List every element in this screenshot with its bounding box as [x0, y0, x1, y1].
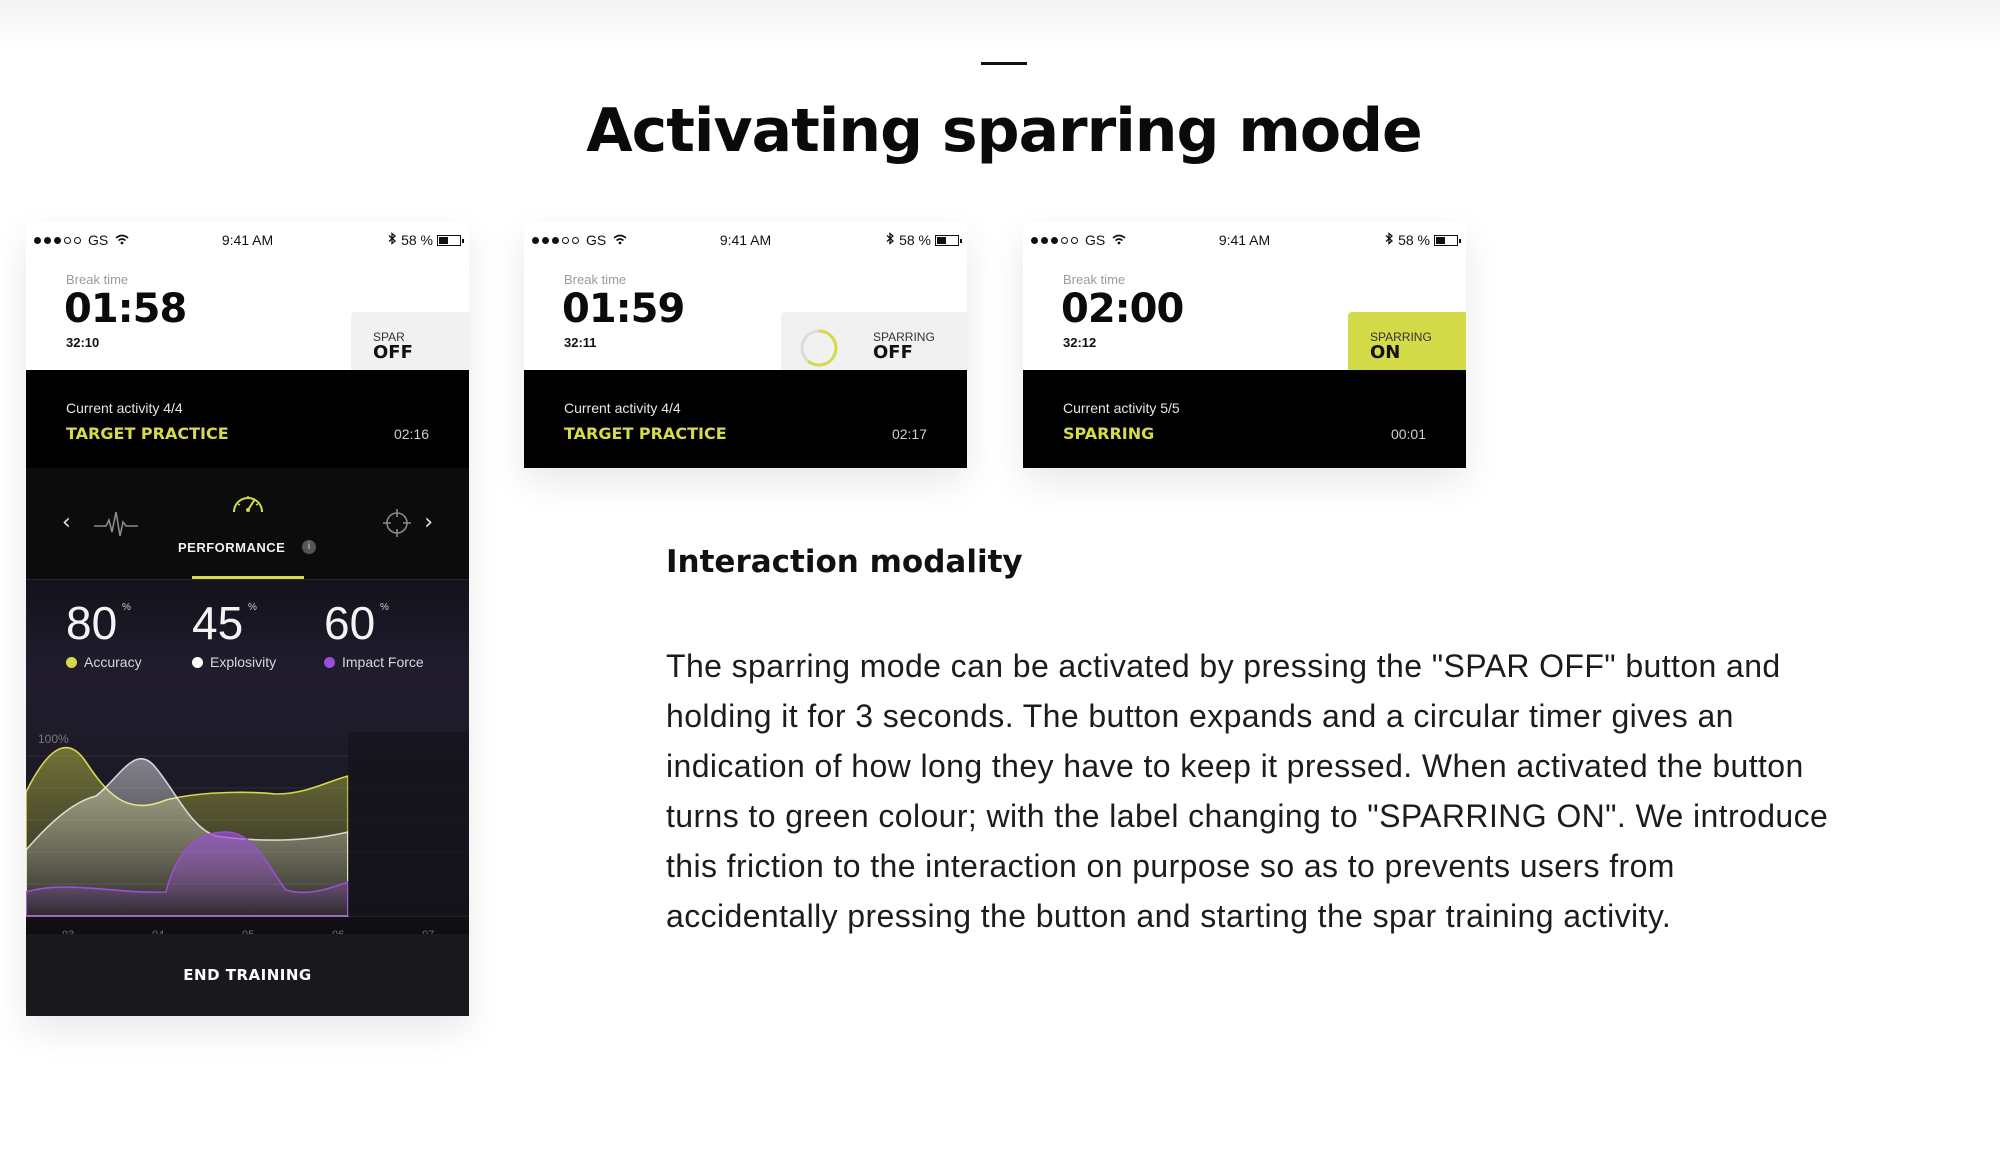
spar-button-state: ON	[1370, 342, 1401, 363]
bluetooth-icon	[388, 232, 397, 248]
page-title: Activating sparring mode	[586, 96, 1422, 166]
current-activity-bar: Current activity 4/4 TARGET PRACTICE 02:…	[524, 370, 967, 468]
stat-accuracy: 80 % Accuracy	[66, 596, 142, 670]
chart-svg: 03 04 05 06 07	[26, 732, 469, 941]
phone-screen-2: GS 9:41 AM 58 % Break time 01:59 32:11 S…	[524, 222, 967, 468]
total-time: 32:12	[1063, 335, 1097, 350]
section-subheading: Interaction modality	[666, 544, 1023, 580]
bluetooth-icon	[1385, 232, 1394, 248]
activity-counter: Current activity 4/4	[564, 400, 681, 416]
activity-time: 02:17	[891, 426, 927, 442]
battery-percent: 58 %	[899, 232, 931, 248]
activity-time: 02:16	[393, 426, 429, 442]
chart-max-label: 100%	[38, 732, 69, 746]
stat-unit: %	[380, 602, 389, 613]
active-tab-indicator	[192, 576, 304, 579]
activity-time: 00:01	[1390, 426, 1426, 442]
activity-counter: Current activity 4/4	[66, 400, 183, 416]
spar-button-state: OFF	[373, 342, 413, 363]
total-time: 32:10	[66, 335, 100, 350]
metric-carousel: ‹ › PERFORMANCE i	[26, 468, 469, 580]
activity-counter: Current activity 5/5	[1063, 400, 1180, 416]
crosshair-icon[interactable]	[382, 508, 412, 542]
battery-icon	[1434, 234, 1461, 246]
end-training-button[interactable]: END TRAINING	[26, 934, 469, 1016]
activity-name: TARGET PRACTICE	[564, 424, 727, 443]
battery-percent: 58 %	[1398, 232, 1430, 248]
tab-performance[interactable]: PERFORMANCE	[178, 540, 285, 555]
chevron-right-icon[interactable]: ›	[424, 510, 433, 535]
page: Activating sparring mode GS 9:41 AM 58 %…	[0, 0, 2000, 1176]
phone-screen-1: GS 9:41 AM 58 % Break time 01:58 32:10 S…	[26, 222, 469, 1016]
stat-unit: %	[122, 602, 131, 613]
legend-dot	[66, 657, 77, 668]
info-icon[interactable]: i	[302, 540, 316, 554]
stat-value: 60	[324, 597, 376, 649]
section-divider	[981, 62, 1027, 65]
stat-value: 80	[66, 597, 118, 649]
stat-label: Impact Force	[324, 654, 424, 670]
break-time-label: Break time	[564, 272, 627, 287]
current-activity-bar: Current activity 4/4 TARGET PRACTICE 02:…	[26, 370, 469, 468]
total-time: 32:11	[564, 335, 597, 350]
break-time-label: Break time	[66, 272, 129, 287]
spar-button-state: OFF	[873, 342, 913, 363]
heart-rate-icon[interactable]	[94, 508, 138, 542]
activity-name: TARGET PRACTICE	[66, 424, 229, 443]
activity-name: SPARRING	[1063, 424, 1155, 443]
status-bar: GS 9:41 AM 58 %	[1023, 222, 1466, 256]
legend-dot	[324, 657, 335, 668]
phone-screen-3: GS 9:41 AM 58 % Break time 02:00 32:12 S…	[1023, 222, 1466, 468]
stat-unit: %	[248, 602, 257, 613]
battery-icon	[437, 234, 464, 246]
break-time-label: Break time	[1063, 272, 1126, 287]
break-time-value: 01:59	[562, 286, 685, 332]
current-activity-bar: Current activity 5/5 SPARRING 00:01	[1023, 370, 1466, 468]
stat-value: 45	[192, 597, 244, 649]
description-paragraph: The sparring mode can be activated by pr…	[666, 648, 1829, 934]
circular-timer-icon	[799, 328, 839, 372]
status-bar: GS 9:41 AM 58 %	[524, 222, 967, 256]
battery-icon	[935, 234, 962, 246]
break-time-value: 01:58	[64, 286, 187, 332]
top-fade	[0, 0, 2000, 46]
break-time-value: 02:00	[1061, 286, 1184, 332]
speedometer-icon[interactable]	[230, 488, 266, 520]
performance-chart: 100%	[26, 732, 469, 952]
stat-explosivity: 45 % Explosivity	[192, 596, 276, 670]
stat-label: Explosivity	[192, 654, 276, 670]
legend-dot	[192, 657, 203, 668]
stat-label: Accuracy	[66, 654, 142, 670]
battery-percent: 58 %	[401, 232, 433, 248]
stat-impact-force: 60 % Impact Force	[324, 596, 424, 670]
chevron-left-icon[interactable]: ‹	[62, 510, 71, 535]
bluetooth-icon	[886, 232, 895, 248]
status-bar: GS 9:41 AM 58 %	[26, 222, 469, 256]
